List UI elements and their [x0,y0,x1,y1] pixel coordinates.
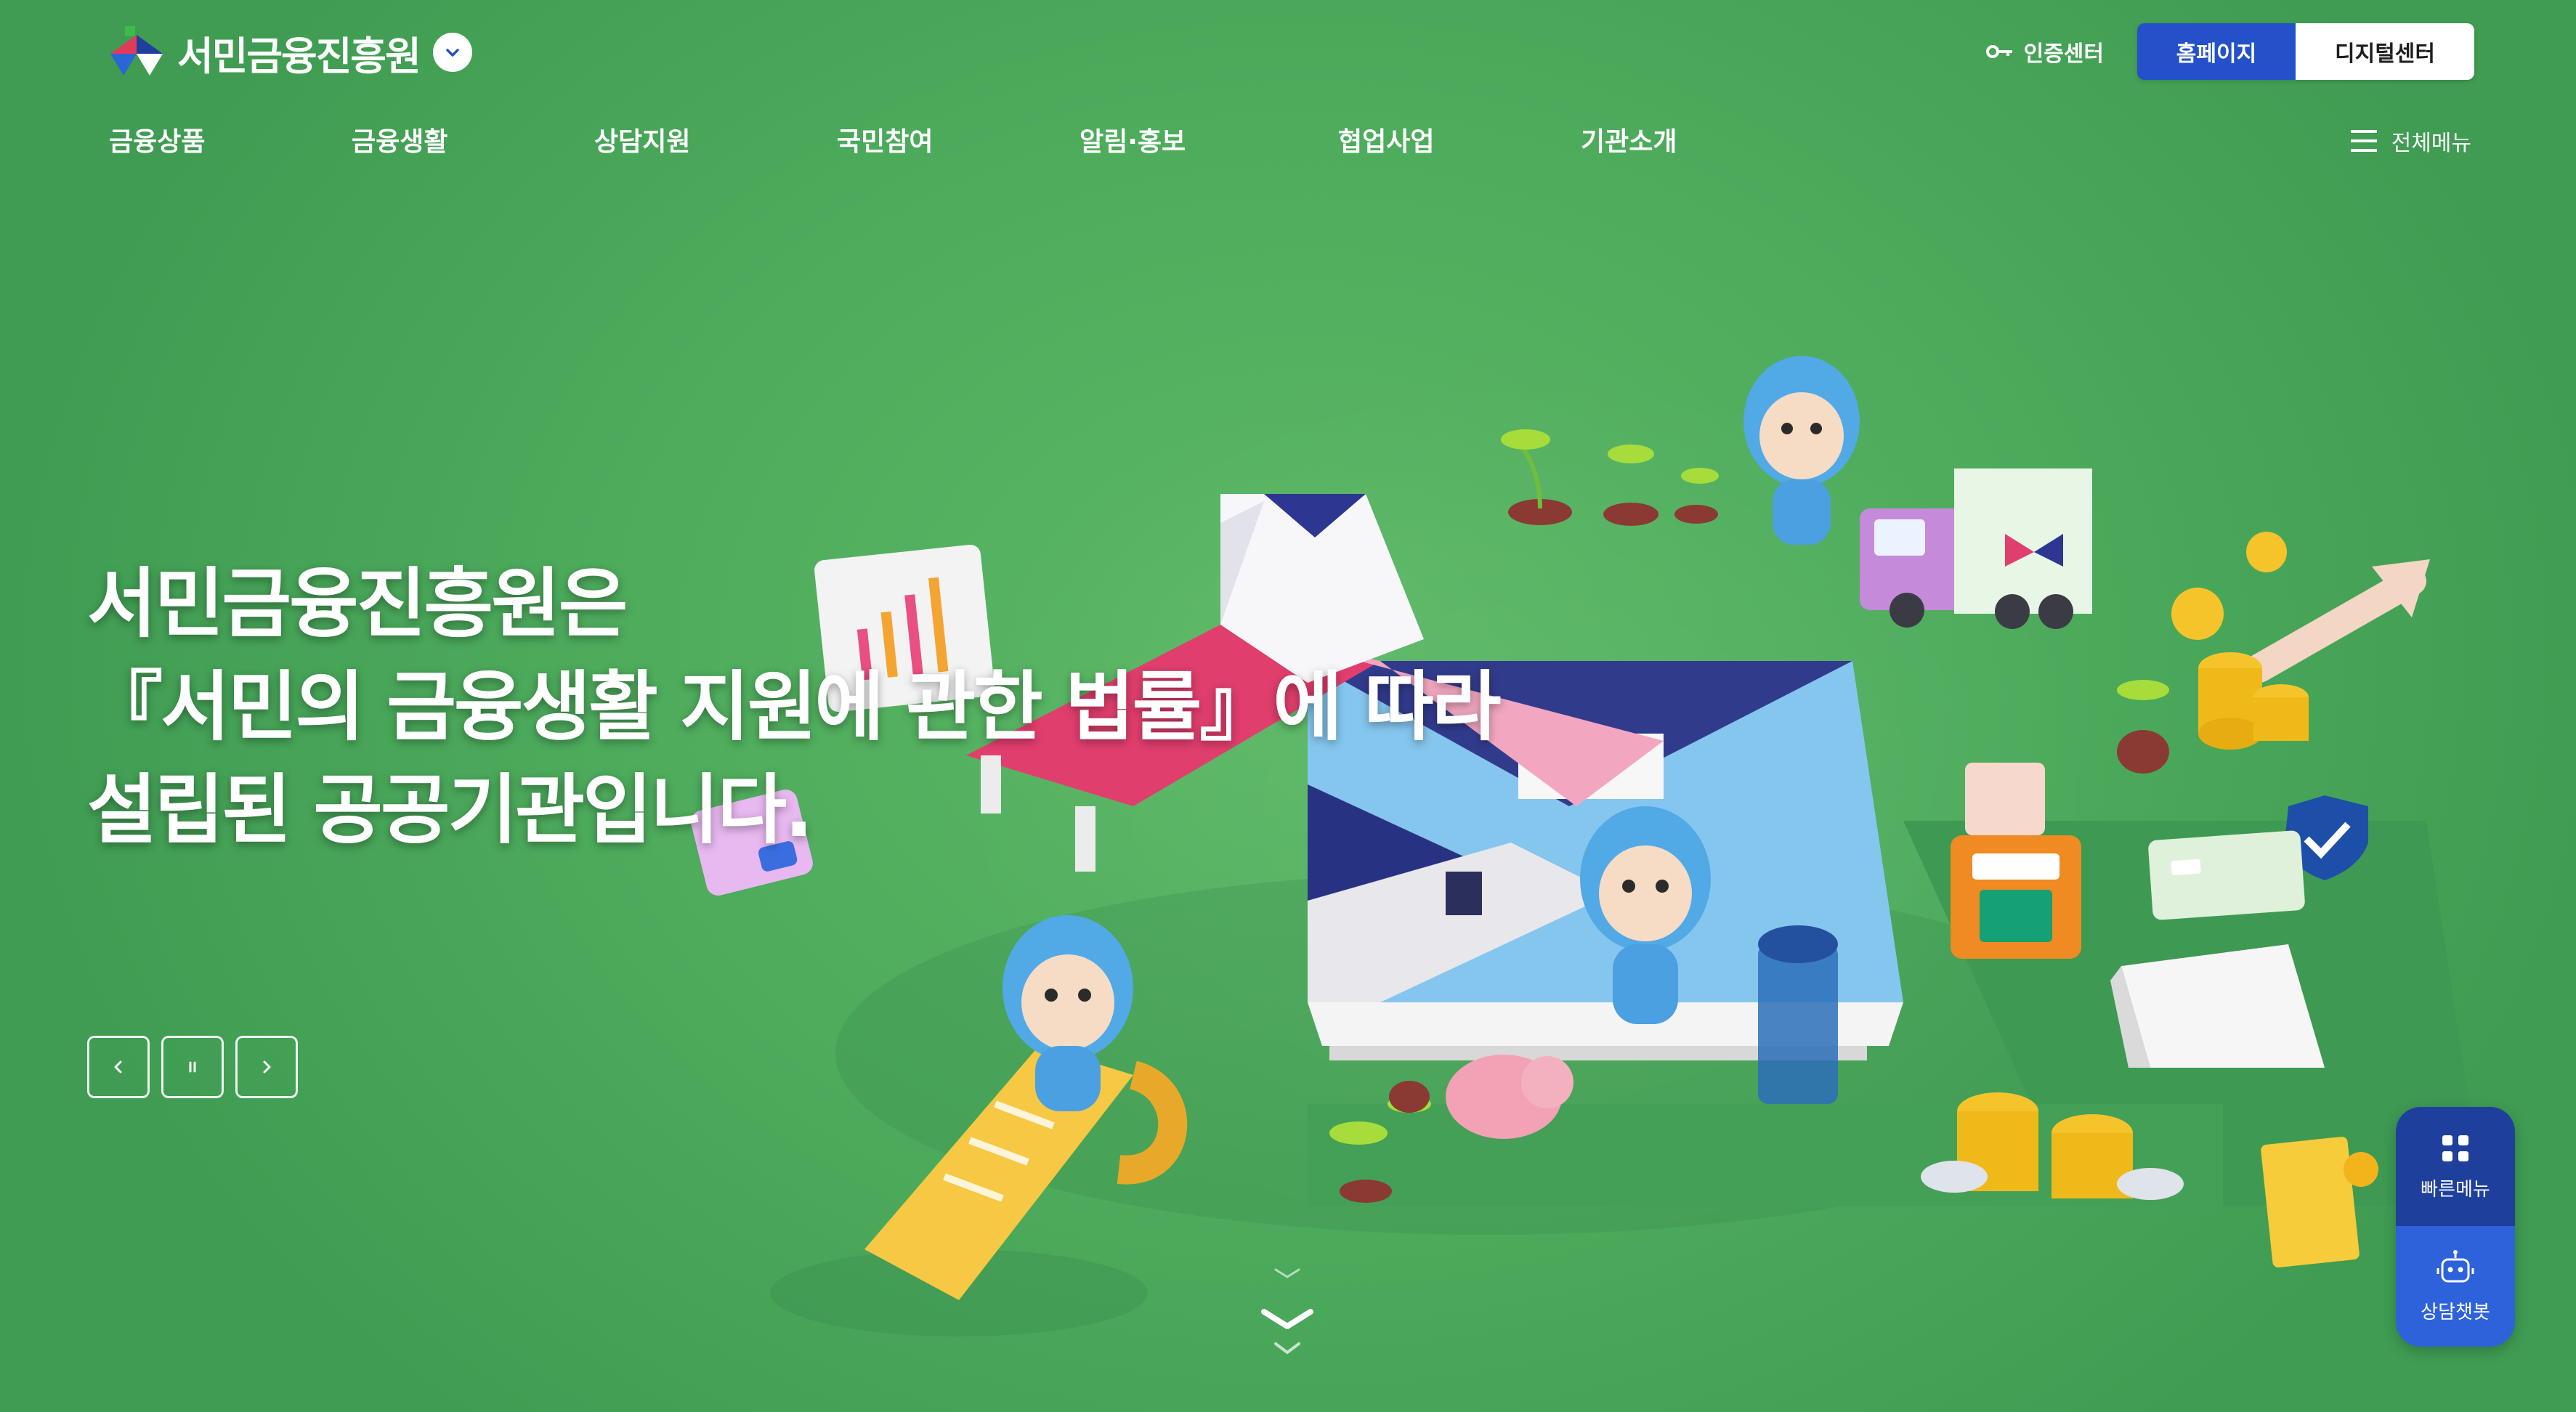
hero-title-line-1: 서민금융진흥원은 [87,559,628,648]
auth-center-link[interactable]: 인증센터 [1985,36,2104,68]
slide-prev-button[interactable] [87,1036,150,1098]
next-icon [263,1060,271,1074]
hero-title-line-2: 『서민의 금융생활 지원에 관한 법률』에 따라 [87,662,1502,751]
chevron-down-icon [446,49,459,57]
utility-bar: 인증센터 홈페이지 디지털센터 [1985,23,2474,80]
nav-item-counseling[interactable]: 상담지원 [594,121,690,158]
nav-item-news[interactable]: 알림·홍보 [1080,121,1186,158]
hero-title: 서민금융진흥원은 『서민의 금융생활 지원에 관한 법률』에 따라 설립된 공공… [87,552,1613,861]
prev-icon [114,1060,122,1074]
nav-item-about[interactable]: 기관소개 [1581,121,1677,158]
site-switch-toggle: 홈페이지 디지털센터 [2137,23,2474,80]
all-menu-label: 전체메뉴 [2391,131,2471,156]
auth-center-label: 인증센터 [2023,41,2104,67]
robot-icon [2437,1249,2474,1282]
quick-menu-label: 빠른메뉴 [2421,1178,2490,1201]
scroll-down-indicator[interactable] [1260,1264,1315,1368]
scroll-down-icon [1261,1268,1313,1355]
slide-pause-button[interactable] [161,1036,224,1098]
logo-mark-icon [110,26,163,76]
homepage-tab[interactable]: 홈페이지 [2137,23,2296,80]
site-logo[interactable]: 서민금융진흥원 [109,17,472,87]
floating-quick-panel: 빠른메뉴 상담챗봇 [2396,1107,2515,1347]
nav-item-participation[interactable]: 국민참여 [837,121,933,158]
slider-controls [87,1036,298,1098]
chatbot-button[interactable]: 상담챗봇 [2396,1226,2515,1347]
grid-icon [2442,1135,2468,1161]
quick-menu-button[interactable]: 빠른메뉴 [2396,1107,2515,1226]
nav-item-financial-products[interactable]: 금융상품 [109,121,205,158]
nav-item-financial-life[interactable]: 금융생활 [352,121,447,158]
chatbot-label: 상담챗봇 [2421,1301,2490,1323]
pause-icon [189,1061,196,1073]
nav-item-cooperation[interactable]: 협업사업 [1338,121,1434,158]
site-switch-dropdown[interactable] [432,33,472,72]
hamburger-icon [2350,130,2377,152]
hero-title-line-3: 설립된 공공기관입니다. [87,766,814,854]
key-icon [1985,45,2012,58]
digital-center-tab[interactable]: 디지털센터 [2296,23,2474,80]
all-menu-button[interactable]: 전체메뉴 [2349,125,2471,157]
hero-stage: 서민금융진흥원 인증센터 홈페이지 디지털센터 금융상품 금융생활 상담지원 국… [0,0,2576,1412]
slide-next-button[interactable] [235,1036,298,1098]
logo-text: 서민금융진흥원 [177,33,421,79]
